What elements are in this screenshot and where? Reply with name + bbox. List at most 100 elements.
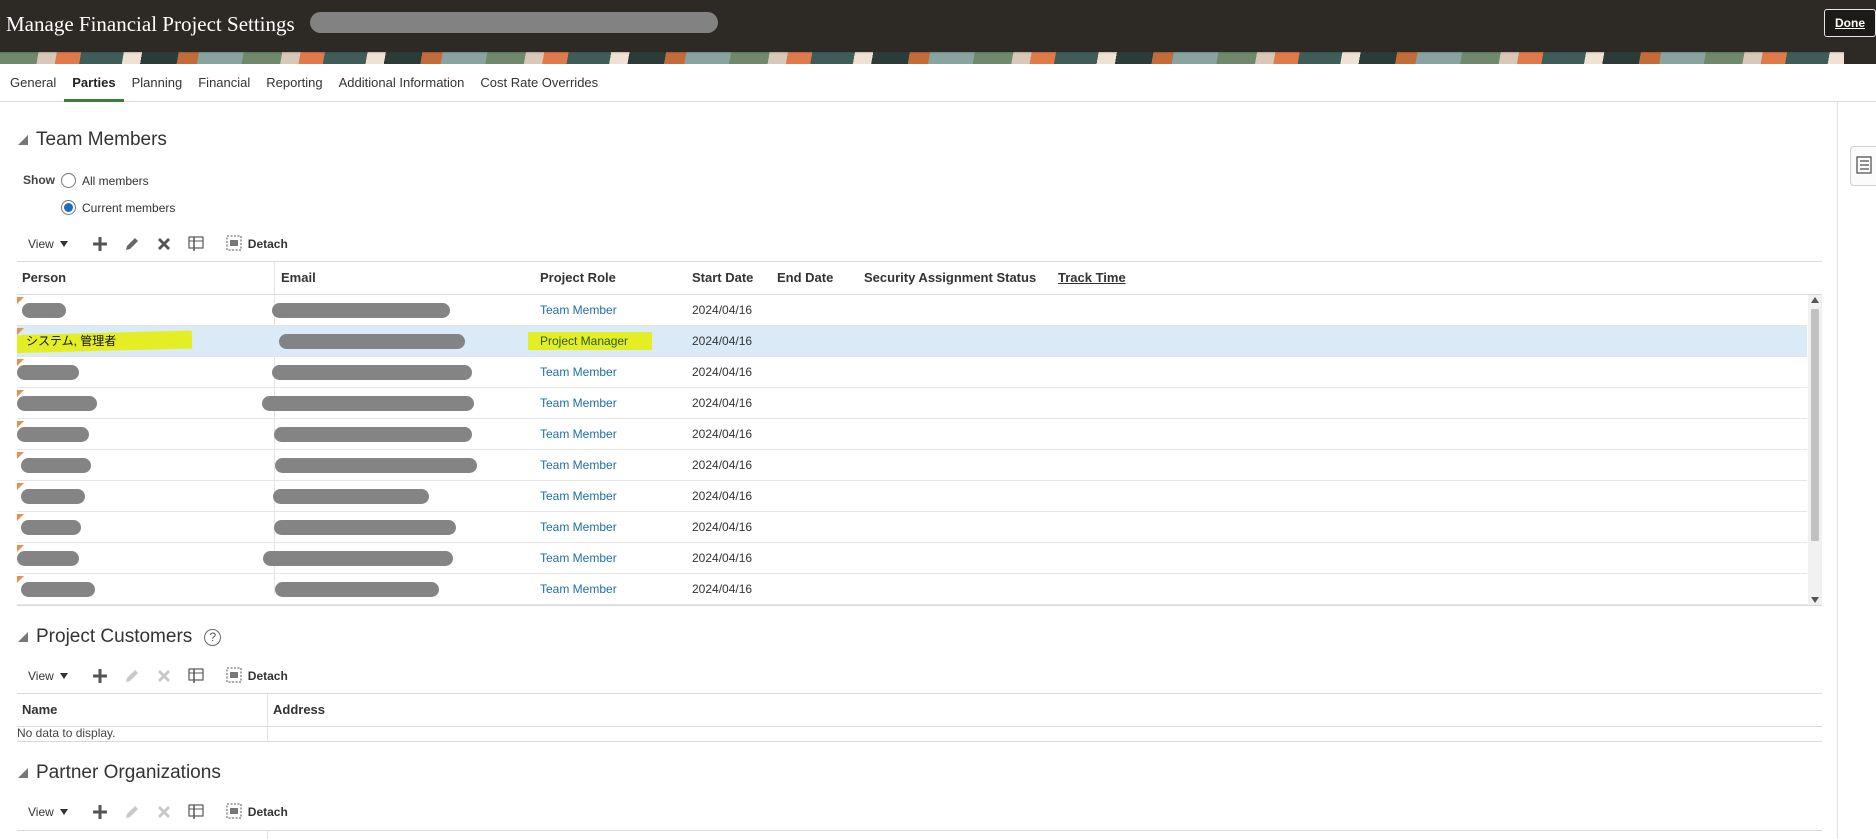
tab-reporting[interactable]: Reporting — [258, 64, 330, 102]
column-header-address[interactable]: Address — [273, 694, 325, 726]
table-scrollbar[interactable] — [1808, 295, 1822, 605]
redacted-email — [279, 334, 465, 349]
table-row[interactable]: Team Member 2024/04/16 — [17, 388, 1807, 419]
done-button[interactable]: Done — [1824, 9, 1876, 37]
column-header-end-date[interactable]: End Date — [777, 262, 833, 294]
view-menu[interactable]: View — [28, 805, 68, 819]
delete-icon[interactable] — [154, 234, 174, 254]
project-role-link[interactable]: Team Member — [540, 295, 617, 326]
redacted-email — [272, 365, 472, 380]
project-role-link[interactable]: Team Member — [540, 388, 617, 419]
team-members-toolbar: View Detach — [28, 234, 288, 254]
section-team-members[interactable]: Team Members — [18, 129, 167, 151]
scrollbar-thumb[interactable] — [1811, 309, 1819, 541]
flag-icon — [17, 328, 24, 335]
column-header-project-role[interactable]: Project Role — [540, 262, 616, 294]
project-role-link[interactable]: Team Member — [540, 419, 617, 450]
chevron-down-icon — [59, 809, 68, 815]
redacted-email — [273, 489, 429, 504]
tab-general[interactable]: General — [2, 64, 64, 102]
disclose-triangle-icon[interactable] — [18, 632, 28, 642]
scroll-down-icon[interactable] — [1811, 597, 1819, 603]
table-row[interactable]: Team Member 2024/04/16 — [17, 450, 1807, 481]
column-header-name[interactable]: Name — [22, 694, 57, 726]
panel-drawer-button[interactable] — [1850, 146, 1876, 186]
detach-button[interactable]: Detach — [226, 803, 288, 822]
project-role-link[interactable]: Team Member — [540, 481, 617, 512]
chevron-down-icon — [59, 241, 68, 247]
redacted-email — [274, 520, 456, 535]
column-header-email[interactable]: Email — [281, 262, 316, 294]
tab-additional-information[interactable]: Additional Information — [331, 64, 473, 102]
project-role-link[interactable]: Team Member — [540, 450, 617, 481]
radio-button-selected[interactable] — [61, 200, 76, 215]
delete-icon[interactable] — [154, 666, 174, 686]
project-customers-table-header: Name Address — [17, 693, 1822, 742]
add-icon[interactable] — [90, 234, 110, 254]
start-date: 2024/04/16 — [692, 365, 753, 379]
table-row[interactable]: Team Member 2024/04/16 — [17, 295, 1807, 326]
tab-financial[interactable]: Financial — [190, 64, 258, 102]
project-role-link[interactable]: Team Member — [540, 357, 617, 388]
edit-icon[interactable] — [122, 234, 142, 254]
redacted-email — [275, 458, 477, 473]
project-role-link[interactable]: Project Manager — [540, 326, 628, 357]
edit-icon[interactable] — [122, 802, 142, 822]
team-members-table-body: Team Member 2024/04/16 システム, 管理者 Project… — [17, 295, 1807, 605]
detach-button[interactable]: Detach — [226, 667, 288, 686]
column-header-start-date[interactable]: Start Date — [692, 262, 753, 294]
radio-button[interactable] — [61, 173, 76, 188]
table-row[interactable]: Team Member 2024/04/16 — [17, 574, 1807, 605]
tab-bar: General Parties Planning Financial Repor… — [0, 64, 1876, 102]
add-icon[interactable] — [90, 802, 110, 822]
tab-cost-rate-overrides[interactable]: Cost Rate Overrides — [472, 64, 606, 102]
help-icon[interactable]: ? — [204, 628, 222, 646]
project-customers-toolbar: View Detach — [28, 666, 288, 686]
add-icon[interactable] — [90, 666, 110, 686]
column-header-security-assignment-status[interactable]: Security Assignment Status — [864, 262, 1036, 294]
table-row[interactable]: Team Member 2024/04/16 — [17, 543, 1807, 574]
redacted-person — [17, 365, 79, 380]
view-menu[interactable]: View — [28, 669, 68, 683]
partner-organizations-toolbar: View Detach — [28, 802, 288, 822]
redacted-email — [262, 396, 474, 411]
freeze-icon[interactable] — [186, 802, 206, 822]
detach-icon — [226, 803, 242, 822]
tab-parties[interactable]: Parties — [64, 64, 124, 102]
section-partner-organizations[interactable]: Partner Organizations — [18, 762, 221, 784]
radio-all-members[interactable]: All members — [61, 173, 149, 188]
column-header-track-time[interactable]: Track Time — [1058, 262, 1126, 294]
start-date: 2024/04/16 — [692, 551, 753, 565]
start-date: 2024/04/16 — [692, 489, 753, 503]
scroll-up-icon[interactable] — [1811, 297, 1819, 303]
start-date: 2024/04/16 — [692, 427, 753, 441]
radio-current-members[interactable]: Current members — [61, 200, 175, 215]
chevron-down-icon — [59, 673, 68, 679]
disclose-triangle-icon[interactable] — [18, 768, 28, 778]
show-label: Show — [23, 173, 55, 187]
project-role-link[interactable]: Team Member — [540, 512, 617, 543]
freeze-icon[interactable] — [186, 666, 206, 686]
table-row-selected[interactable]: システム, 管理者 Project Manager 2024/04/16 — [17, 326, 1807, 357]
table-row[interactable]: Team Member 2024/04/16 — [17, 481, 1807, 512]
empty-table-message: No data to display. — [17, 726, 116, 740]
column-header-person[interactable]: Person — [22, 262, 66, 294]
redacted-person — [17, 396, 97, 411]
redacted-project-name — [310, 12, 718, 33]
section-project-customers[interactable]: Project Customers ? — [18, 626, 222, 648]
flag-icon — [17, 576, 24, 583]
table-row[interactable]: Team Member 2024/04/16 — [17, 512, 1807, 543]
redacted-person — [21, 582, 95, 597]
freeze-icon[interactable] — [186, 234, 206, 254]
disclose-triangle-icon[interactable] — [18, 135, 28, 145]
edit-icon[interactable] — [122, 666, 142, 686]
table-row[interactable]: Team Member 2024/04/16 — [17, 357, 1807, 388]
project-role-link[interactable]: Team Member — [540, 543, 617, 574]
table-row[interactable]: Team Member 2024/04/16 — [17, 419, 1807, 450]
detach-button[interactable]: Detach — [226, 235, 288, 254]
tab-planning[interactable]: Planning — [124, 64, 191, 102]
project-role-link[interactable]: Team Member — [540, 574, 617, 605]
view-menu[interactable]: View — [28, 237, 68, 251]
delete-icon[interactable] — [154, 802, 174, 822]
redacted-person — [21, 520, 81, 535]
